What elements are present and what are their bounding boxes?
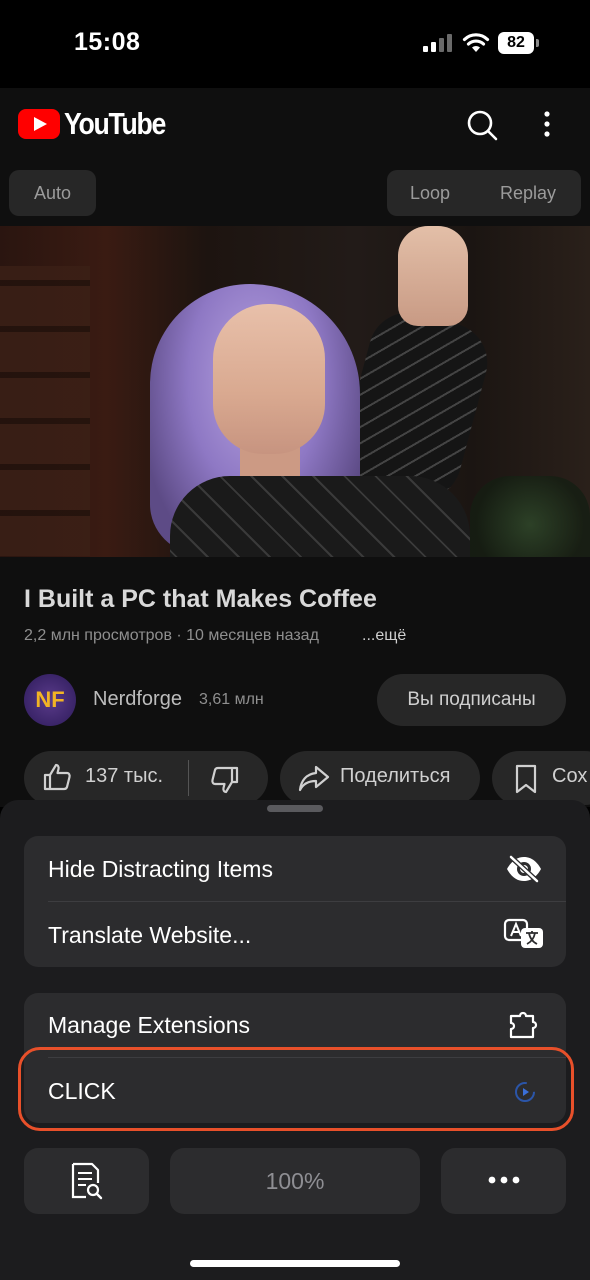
video-bookshelf — [0, 266, 90, 556]
channel-name[interactable]: Nerdforge — [93, 688, 182, 711]
search-icon[interactable] — [466, 109, 498, 141]
loop-button[interactable]: Loop — [410, 170, 450, 216]
translate-icon[interactable] — [503, 918, 545, 950]
zoom-level[interactable]: 100% — [170, 1148, 420, 1214]
video-face — [213, 304, 325, 454]
menu-item-manage-extensions[interactable]: Manage Extensions — [48, 1012, 250, 1039]
share-label: Поделиться — [340, 765, 451, 787]
annotation-highlight-click — [18, 1047, 574, 1131]
like-count[interactable]: 137 тыс. — [85, 765, 163, 788]
thumbs-up-icon[interactable] — [42, 762, 72, 792]
replay-button[interactable]: Replay — [500, 170, 556, 216]
channel-avatar-glyph: NF — [35, 687, 65, 712]
subscribed-button[interactable]: Вы подписаны — [377, 674, 566, 726]
ellipsis-icon — [488, 1176, 520, 1184]
eye-slash-icon[interactable] — [505, 855, 543, 883]
cellular-signal-icon — [423, 34, 452, 52]
extension-icon[interactable] — [508, 1011, 542, 1041]
auto-button[interactable]: Auto — [9, 170, 96, 216]
battery-nub — [536, 39, 539, 47]
video-plant — [470, 476, 590, 557]
menu-item-translate-website[interactable]: Translate Website... — [48, 922, 251, 949]
video-hand — [398, 226, 468, 326]
show-more-link[interactable]: ...ещё — [362, 627, 406, 645]
home-indicator[interactable] — [190, 1260, 400, 1267]
video-title[interactable]: I Built a PC that Makes Coffee — [24, 585, 377, 614]
youtube-logo-text[interactable]: YouTube — [64, 106, 166, 142]
status-time: 15:08 — [74, 28, 141, 56]
video-player[interactable] — [0, 226, 590, 557]
wifi-icon — [462, 33, 490, 52]
battery-indicator: 82 — [498, 32, 534, 54]
thumbs-down-icon[interactable] — [210, 765, 240, 795]
share-icon — [298, 765, 330, 792]
save-label: Сох — [552, 765, 588, 787]
bookmark-icon — [515, 764, 537, 794]
video-meta: 2,2 млн просмотров · 10 месяцев назад — [24, 627, 319, 644]
sheet-grabber[interactable] — [267, 805, 323, 812]
youtube-logo-icon[interactable] — [18, 109, 60, 139]
channel-subscribers: 3,61 млн — [199, 691, 264, 708]
menu-item-hide-distracting-items[interactable]: Hide Distracting Items — [48, 856, 273, 883]
like-divider — [188, 760, 189, 796]
more-vertical-icon[interactable] — [543, 110, 551, 138]
menu-separator — [48, 901, 566, 902]
reader-search-icon — [71, 1162, 103, 1200]
video-shirt — [170, 476, 470, 557]
